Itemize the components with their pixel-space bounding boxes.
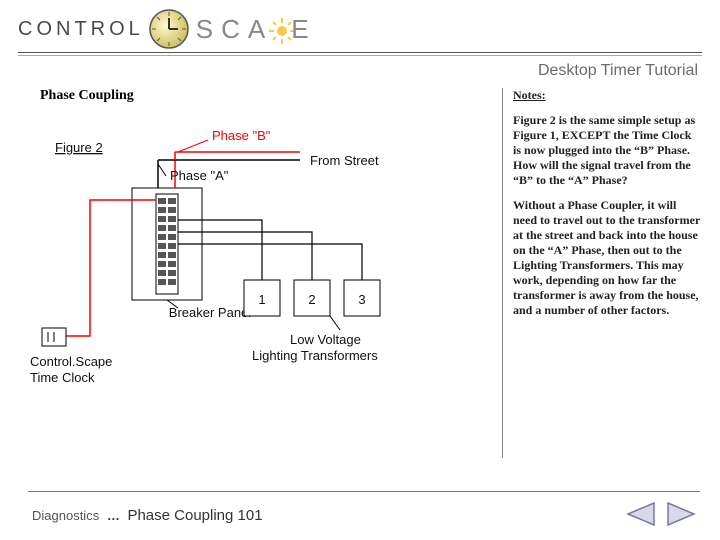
header-subtitle: Desktop Timer Tutorial <box>18 62 702 80</box>
breadcrumb-root: Diagnostics <box>32 508 99 523</box>
prev-button[interactable] <box>624 501 656 530</box>
notes-paragraph-1: Figure 2 is the same simple setup as Fig… <box>513 113 702 188</box>
logo-text-right-part2: E <box>291 14 316 44</box>
breaker-panel-label: Breaker Panel <box>169 305 251 320</box>
transformer-1: 1 <box>244 280 280 316</box>
arrow-left-icon <box>624 501 656 527</box>
notes-heading: Notes: <box>513 88 702 103</box>
footer-rule <box>28 491 700 492</box>
phase-b-label: Phase "B" <box>212 128 271 143</box>
arrow-right-icon <box>666 501 698 527</box>
transformer-3-num: 3 <box>358 292 365 307</box>
phase-a-label: Phase "A" <box>170 168 229 183</box>
logo-text-left: CONTROL <box>18 18 144 41</box>
figure-label: Figure 2 <box>55 140 103 155</box>
transformer-1-num: 1 <box>258 292 265 307</box>
clock-icon <box>148 8 190 50</box>
next-button[interactable] <box>666 501 698 530</box>
figure-diagram: Figure 2 Breaker Panel From Street Phase… <box>30 120 470 420</box>
breadcrumb-sep: … <box>107 508 120 523</box>
transformers-label-1: Low Voltage <box>290 332 361 347</box>
from-street-label: From Street <box>310 153 379 168</box>
transformers-label-2: Lighting Transformers <box>252 348 378 363</box>
header-rule-1 <box>18 52 702 53</box>
transformer-2-num: 2 <box>308 292 315 307</box>
transformer-2: 2 <box>294 280 330 316</box>
header: CONTROL SC <box>18 8 702 80</box>
transformer-3: 3 <box>344 280 380 316</box>
logo-text-right-part1: SCA <box>196 14 273 44</box>
logo: CONTROL SC <box>18 8 702 50</box>
notes-paragraph-2: Without a Phase Coupler, it will need to… <box>513 198 702 318</box>
logo-text-right: SCA E <box>196 14 317 45</box>
breadcrumb-current: Phase Coupling 101 <box>127 507 262 524</box>
nav-arrows <box>624 501 698 530</box>
time-clock-label-1: Control.Scape <box>30 354 112 369</box>
time-clock-label-2: Time Clock <box>30 370 95 385</box>
header-rule-2 <box>18 55 702 56</box>
page-title: Phase Coupling <box>40 88 134 104</box>
breadcrumb: Diagnostics … Phase Coupling 101 <box>32 507 263 524</box>
notes-column: Notes: Figure 2 is the same simple setup… <box>502 88 702 458</box>
